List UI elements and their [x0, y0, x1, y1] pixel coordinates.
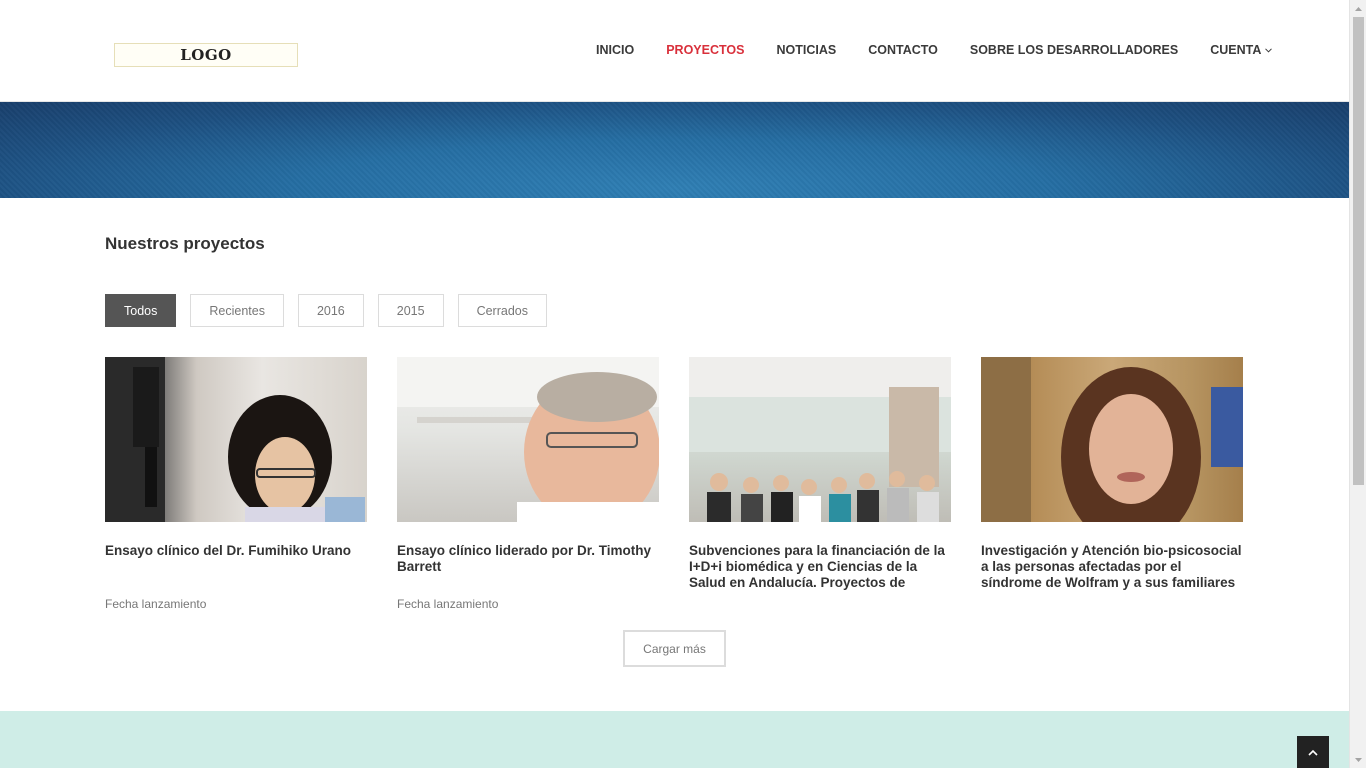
project-card[interactable]: Ensayo clínico del Dr. Fumihiko Urano Fe… — [105, 357, 367, 611]
project-card[interactable]: Subvenciones para la financiación de la … — [689, 357, 951, 591]
filter-recientes-button[interactable]: Recientes — [190, 294, 284, 327]
project-image[interactable] — [689, 357, 951, 522]
filter-todos-button[interactable]: Todos — [105, 294, 177, 327]
chevron-down-icon — [1262, 45, 1272, 55]
section-title: Nuestros proyectos — [105, 234, 265, 253]
filter-2016-button[interactable]: 2016 — [297, 294, 364, 327]
site-header: LOGO INICIO PROYECTOS NOTICIAS CONTACTO … — [0, 0, 1349, 102]
project-date-label: Fecha lanzamiento — [397, 597, 499, 611]
chevron-up-icon — [1308, 743, 1318, 761]
logo[interactable]: LOGO — [114, 43, 298, 67]
scroll-down-arrow-icon[interactable] — [1350, 751, 1366, 768]
nav-item-cuenta[interactable]: CUENTA — [1210, 43, 1272, 57]
scroll-thumb[interactable] — [1353, 17, 1364, 485]
project-image[interactable] — [397, 357, 659, 522]
scroll-up-arrow-icon[interactable] — [1350, 0, 1366, 17]
nav-item-cuenta-label: CUENTA — [1210, 43, 1262, 57]
project-image[interactable] — [981, 357, 1243, 522]
filter-cerrados-button[interactable]: Cerrados — [457, 294, 547, 327]
project-title[interactable]: Ensayo clínico del Dr. Fumihiko Urano — [105, 543, 367, 591]
main-nav: INICIO PROYECTOS NOTICIAS CONTACTO SOBRE… — [596, 42, 1272, 58]
footer-band — [0, 711, 1349, 768]
project-title[interactable]: Subvenciones para la financiación de la … — [689, 543, 951, 591]
page-scrollbar[interactable] — [1349, 0, 1366, 768]
back-to-top-button[interactable] — [1297, 736, 1329, 768]
nav-item-noticias[interactable]: NOTICIAS — [776, 43, 836, 57]
project-date-label: Fecha lanzamiento — [105, 597, 207, 611]
nav-item-sobre-desarrolladores[interactable]: SOBRE LOS DESARROLLADORES — [970, 43, 1178, 57]
project-title[interactable]: Investigación y Atención bio-psicosocial… — [981, 543, 1243, 591]
nav-item-inicio[interactable]: INICIO — [596, 43, 634, 57]
project-card[interactable]: Investigación y Atención bio-psicosocial… — [981, 357, 1243, 591]
project-card[interactable]: Ensayo clínico liderado por Dr. Timothy … — [397, 357, 659, 611]
nav-item-contacto[interactable]: CONTACTO — [868, 43, 938, 57]
filter-2015-button[interactable]: 2015 — [377, 294, 444, 327]
nav-item-proyectos[interactable]: PROYECTOS — [666, 43, 744, 57]
page-banner — [0, 102, 1349, 198]
project-image[interactable] — [105, 357, 367, 522]
project-filters: Todos Recientes 2016 2015 Cerrados — [105, 294, 561, 327]
project-title[interactable]: Ensayo clínico liderado por Dr. Timothy … — [397, 543, 659, 591]
load-more-button[interactable]: Cargar más — [623, 630, 726, 667]
